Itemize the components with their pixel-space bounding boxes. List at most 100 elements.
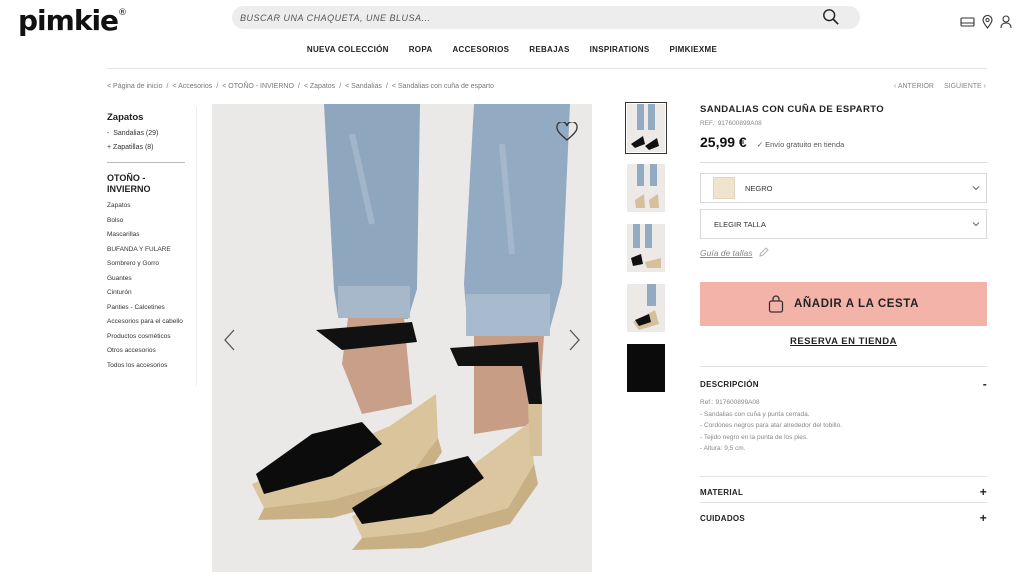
accordion-divider [700, 366, 987, 367]
breadcrumb-home[interactable]: < Página de inicio [107, 83, 162, 90]
product-panel: SANDALIAS CON CUÑA DE ESPARTO REF.: 9176… [700, 104, 987, 525]
sidebar-item-cinturon[interactable]: Cinturón [107, 286, 187, 301]
size-value: ELEGIR TALLA [714, 219, 766, 229]
thumbnail-list [625, 102, 667, 404]
sidebar-sub-sandalias[interactable]: - Sandalias (29) [107, 127, 187, 141]
pimkie-logo[interactable]: pimkie® [18, 4, 127, 37]
card-icon[interactable] [960, 16, 975, 28]
next-link[interactable]: SIGUIENTE › [944, 83, 986, 90]
care-title: CUIDADOS [700, 513, 746, 523]
search-input[interactable] [240, 9, 800, 26]
breadcrumb-separator: / [216, 83, 219, 90]
thumbnail-4[interactable] [627, 284, 665, 332]
chevron-down-icon [972, 222, 980, 227]
reserve-in-store-link[interactable]: RESERVA EN TIENDA [700, 336, 987, 347]
collapse-icon: - [982, 377, 987, 391]
search-bar[interactable] [232, 6, 860, 29]
product-main-image[interactable] [212, 104, 592, 572]
price-row: 25,99 € ✓ Envío gratuito en tienda [700, 134, 987, 150]
care-header[interactable]: CUIDADOS + [700, 511, 987, 525]
product-ref: REF.: 917600899A08 [700, 120, 762, 127]
main-nav: NUEVA COLECCIÓN ROPA ACCESORIOS REBAJAS … [0, 45, 1024, 54]
bag-icon [768, 295, 784, 313]
sidebar-item-panties[interactable]: Panties - Calcetines [107, 301, 187, 316]
add-to-cart-button[interactable]: AÑADIR A LA CESTA [700, 282, 987, 326]
chevron-left-icon[interactable] [222, 328, 238, 352]
product-pager: ‹ ANTERIOR SIGUIENTE › [894, 83, 986, 90]
sidebar-item-sombrero[interactable]: Sombrero y Gorro [107, 257, 187, 272]
accordion-divider [700, 476, 987, 477]
breadcrumb-accesorios[interactable]: < Accesorios [172, 83, 212, 90]
nav-rebajas[interactable]: REBAJAS [519, 45, 579, 54]
chevron-right-icon[interactable] [566, 328, 582, 352]
thumbnail-2[interactable] [627, 164, 665, 212]
breadcrumb-otono-invierno[interactable]: < OTOÑO - INVIERNO [222, 83, 294, 90]
material-header[interactable]: MATERIAL + [700, 485, 987, 499]
collapse-sign: - [107, 130, 110, 137]
category-sidebar: Zapatos - Sandalias (29) + Zapatillas (8… [107, 112, 187, 373]
size-guide-link[interactable]: Guía de tallas [700, 247, 770, 258]
previous-link[interactable]: ‹ ANTERIOR [894, 83, 934, 90]
shipping-note: ✓ Envío gratuito en tienda [756, 140, 845, 149]
accordion-description: DESCRIPCIÓN - Ref.: 917600899A08 - Sanda… [700, 366, 987, 455]
logo-registered-mark: ® [118, 8, 127, 18]
accordion-divider [700, 502, 987, 503]
thumbnail-image [633, 284, 659, 330]
sidebar-divider-vertical [196, 106, 197, 386]
description-line: - Tejido negro en la punta de los pies. [700, 433, 808, 441]
sidebar-item-mascarillas[interactable]: Mascarillas [107, 228, 187, 243]
nav-inspirations[interactable]: INSPIRATIONS [580, 45, 660, 54]
header-icons [960, 15, 1012, 29]
sidebar-item-otros[interactable]: Otros accesorios [107, 344, 187, 359]
user-icon[interactable] [1000, 15, 1012, 29]
previous-label: ANTERIOR [897, 83, 934, 90]
sidebar-item-guantes[interactable]: Guantes [107, 272, 187, 287]
nav-accesorios[interactable]: ACCESORIOS [442, 45, 519, 54]
nav-nueva-coleccion[interactable]: NUEVA COLECCIÓN [297, 45, 399, 54]
sidebar-item-accesorios-cabello[interactable]: Accesorios para el cabello [107, 315, 187, 330]
logo-text: pimkie [18, 4, 119, 37]
sidebar-heading-zapatos[interactable]: Zapatos [107, 112, 187, 123]
nav-divider [107, 68, 987, 69]
sidebar-sub-label: Sandalias (29) [113, 130, 159, 137]
price-divider [700, 162, 987, 163]
breadcrumb-sandalias[interactable]: < Sandalias [345, 83, 382, 90]
chevron-down-icon [972, 186, 980, 191]
breadcrumb-zapatos[interactable]: < Zapatos [304, 83, 335, 90]
color-select[interactable]: NEGRO [700, 173, 987, 203]
sidebar-item-bufanda[interactable]: BUFANDA Y FULARE [107, 243, 187, 258]
product-price: 25,99 € [700, 134, 747, 150]
location-icon[interactable] [982, 15, 993, 29]
description-header[interactable]: DESCRIPCIÓN - [700, 377, 987, 391]
expand-icon: + [979, 511, 987, 525]
heart-icon[interactable] [556, 122, 578, 142]
size-select[interactable]: ELEGIR TALLA [700, 209, 987, 239]
description-title: DESCRIPCIÓN [700, 379, 759, 389]
thumbnail-image [631, 104, 659, 150]
sidebar-item-cosmeticos[interactable]: Productos cosméticos [107, 330, 187, 345]
thumbnail-1[interactable] [625, 102, 667, 154]
breadcrumb-separator: / [166, 83, 169, 90]
thumbnail-5[interactable] [627, 344, 665, 392]
breadcrumb-separator: / [297, 83, 300, 90]
breadcrumb-current: < Sandalias con cuña de esparto [391, 83, 495, 90]
sidebar-heading-otono-invierno[interactable]: OTOÑO - INVIERNO [107, 173, 187, 195]
add-to-cart-label: AÑADIR A LA CESTA [794, 298, 919, 310]
nav-ropa[interactable]: ROPA [399, 45, 443, 54]
material-title: MATERIAL [700, 487, 744, 497]
sidebar-item-bolso[interactable]: Bolso [107, 214, 187, 229]
description-line: - Altura: 9,5 cm. [700, 445, 746, 452]
description-line: - Sandalias con cuña y punta cerrada. [700, 410, 810, 418]
sidebar-sub-zapatillas[interactable]: + Zapatillas (8) [107, 141, 187, 155]
sandals-photo [212, 104, 592, 572]
product-title: SANDALIAS CON CUÑA DE ESPARTO [700, 104, 885, 115]
sidebar-item-todos[interactable]: Todos los accesorios [107, 359, 187, 374]
thumbnail-3[interactable] [627, 224, 665, 272]
color-value: NEGRO [745, 183, 773, 193]
sidebar-item-zapatos[interactable]: Zapatos [107, 199, 187, 214]
thumbnail-image [631, 224, 661, 268]
color-swatch [713, 177, 735, 199]
sidebar-sub-label: Zapatillas (8) [113, 144, 154, 151]
nav-pimkiexme[interactable]: PIMKIEXME [660, 45, 728, 54]
search-icon[interactable] [822, 8, 840, 26]
